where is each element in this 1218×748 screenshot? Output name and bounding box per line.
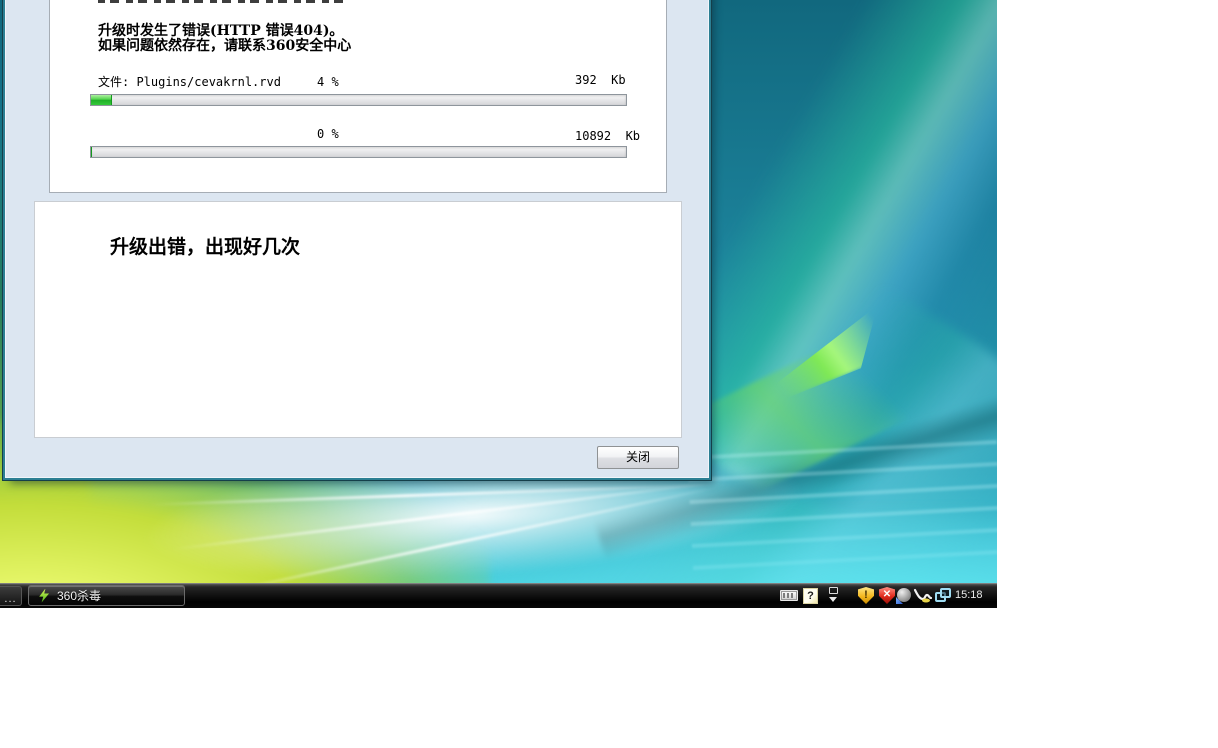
keyboard-icon[interactable]: [780, 590, 798, 601]
security-warning-shield-icon[interactable]: !: [858, 587, 874, 604]
update-dialog: 升级时发生了错误(HTTP 错误404)。 如果问题依然存在，请联系360安全中…: [5, 0, 709, 478]
wallpaper-green-streak-wide: [678, 327, 912, 509]
total-percent: 0 %: [317, 127, 339, 141]
taskbar: ... 360杀毒 ? ! ✕ 15:18: [0, 583, 997, 608]
taskbar-button-360[interactable]: 360杀毒: [28, 585, 185, 606]
network-icon[interactable]: [935, 588, 952, 603]
file-label: 文件: Plugins/cevakrnl.rvd: [98, 75, 281, 89]
wallpaper-light-ray: [150, 480, 790, 507]
wallpaper-green-streak-tip: [757, 306, 897, 403]
total-size: 10892 Kb: [575, 129, 641, 143]
help-icon[interactable]: ?: [803, 588, 818, 604]
clipped-heading-fragments: [98, 0, 344, 3]
total-progress-bar: [90, 146, 627, 158]
user-annotation-text: 升级出错，出现好几次: [110, 236, 301, 258]
screenshot-canvas: 升级时发生了错误(HTTP 错误404)。 如果问题依然存在，请联系360安全中…: [0, 0, 1218, 748]
security-alert-shield-icon[interactable]: ✕: [879, 587, 895, 604]
volume-knob-icon[interactable]: [897, 588, 911, 602]
system-tray: ? ! ✕ 15:18: [770, 583, 997, 608]
details-panel: 升级出错，出现好几次: [34, 201, 682, 438]
network-window-front: [940, 588, 951, 598]
error-message-line1: 升级时发生了错误(HTTP 错误404)。: [98, 23, 344, 39]
chevron-down-icon: [829, 597, 837, 602]
file-progress-bar: [90, 94, 627, 106]
taskbar-overflow-button[interactable]: ...: [0, 586, 22, 606]
taskbar-clock[interactable]: 15:18: [955, 583, 995, 608]
file-percent: 4 %: [317, 75, 339, 89]
update-progress-panel: 升级时发生了错误(HTTP 错误404)。 如果问题依然存在，请联系360安全中…: [49, 0, 667, 193]
file-size: 392 Kb: [575, 73, 626, 87]
close-button[interactable]: 关闭: [597, 446, 679, 469]
language-bar-box: [829, 587, 838, 594]
pen-input-icon[interactable]: [913, 586, 934, 604]
taskbar-button-label: 360杀毒: [57, 589, 102, 603]
lightning-icon: [39, 588, 50, 603]
total-progress-fill: [91, 147, 92, 157]
wallpaper-light-ray: [225, 473, 775, 594]
error-message-line2: 如果问题依然存在，请联系360安全中心: [98, 38, 352, 54]
wallpaper-light-ray: [172, 472, 788, 551]
wallpaper-light-bands: [686, 421, 997, 589]
file-progress-fill: [91, 95, 113, 105]
language-bar-icon[interactable]: [827, 587, 839, 604]
